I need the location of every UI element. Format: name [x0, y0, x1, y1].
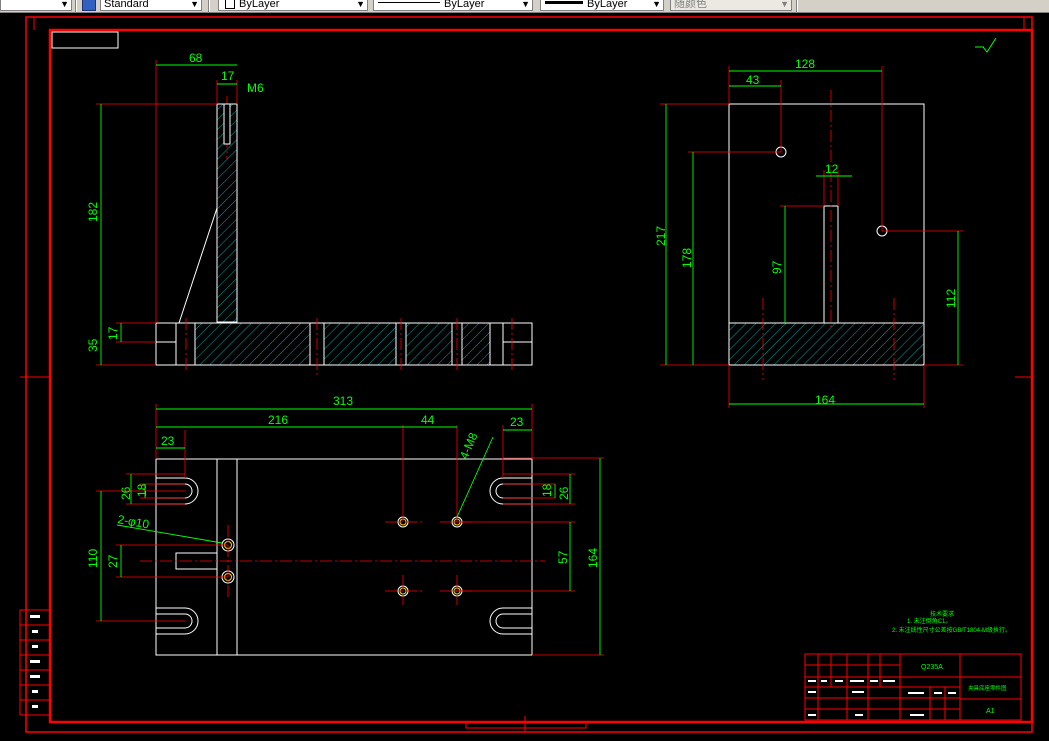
- dim-43: 43: [746, 73, 760, 87]
- text-style-select[interactable]: Standard ▼: [100, 0, 202, 11]
- dim-164-top: 164: [586, 548, 600, 568]
- dim-182: 182: [86, 202, 100, 222]
- top-view: 313 216 44 23 23 4-M8 26 18 18 26 2-φ10 …: [86, 394, 604, 656]
- dim-97: 97: [770, 260, 784, 274]
- toolbar-separator: [208, 0, 210, 12]
- tapped-holes-callout: 4-M8: [457, 430, 481, 461]
- side-view: 128 43 12 217 178 97 112 164: [654, 57, 963, 408]
- linetype-value: ByLayer: [444, 0, 485, 10]
- drilled-holes-callout: 2-φ10: [116, 512, 150, 531]
- plot-style-value: 随颜色: [674, 0, 707, 10]
- dim-110: 110: [86, 549, 100, 568]
- dim-164-side: 164: [815, 393, 835, 407]
- color-select[interactable]: ByLayer ▼: [218, 0, 368, 11]
- dim-35: 35: [86, 338, 100, 352]
- dim-313: 313: [333, 394, 353, 408]
- thread-callout-m6: M6: [247, 81, 264, 95]
- plot-style-select[interactable]: 随颜色 ▼: [670, 0, 792, 11]
- dim-178: 178: [680, 248, 694, 268]
- linetype-select[interactable]: ByLayer ▼: [373, 0, 533, 11]
- revision-table: [19, 609, 51, 716]
- lineweight-preview-icon: [545, 1, 583, 4]
- dim-68: 68: [189, 51, 203, 65]
- technical-notes: 技术要求 1. 未注倒角C1。 2. 未注线性尺寸公差按GB/T1804-M级执…: [892, 610, 1011, 634]
- color-swatch-icon: [225, 0, 235, 10]
- dim-23-right: 23: [510, 415, 524, 429]
- color-value: ByLayer: [239, 0, 280, 10]
- chevron-down-icon: ▼: [60, 0, 69, 9]
- text-style-icon[interactable]: [82, 0, 96, 11]
- toolbar-separator: [796, 0, 798, 12]
- dim-27: 27: [106, 554, 120, 568]
- roughness-symbol-icon: [975, 37, 997, 53]
- notes-line-1: 1. 未注倒角C1。: [907, 617, 951, 625]
- linetype-control-tail[interactable]: ▼: [0, 0, 72, 11]
- notes-title: 技术要求: [930, 610, 954, 618]
- drawing-canvas[interactable]: 68 17 M6 182 17 35 128 43 12 217 178 97 …: [0, 13, 1049, 741]
- dim-128: 128: [795, 57, 815, 71]
- drawing-name: 夹具底座零件图: [968, 684, 1007, 692]
- sheet-border: [20, 16, 1034, 733]
- lineweight-value: ByLayer: [587, 0, 628, 10]
- chevron-down-icon: ▼: [652, 0, 661, 9]
- dim-18-left: 18: [135, 483, 149, 497]
- dim-17-side: 17: [106, 326, 120, 340]
- dim-217: 217: [654, 226, 668, 246]
- dim-18-right: 18: [540, 483, 554, 497]
- title-block: Q235A 夹具底座零件图 A1: [804, 653, 1022, 721]
- front-view: 68 17 M6 182 17 35: [86, 51, 533, 375]
- dim-17-top: 17: [221, 69, 235, 83]
- dim-57: 57: [556, 550, 570, 564]
- dim-112: 112: [944, 289, 958, 308]
- text-style-value: Standard: [104, 0, 149, 10]
- sheet-size: A1: [986, 708, 995, 715]
- chevron-down-icon: ▼: [521, 0, 530, 9]
- lineweight-select[interactable]: ByLayer ▼: [540, 0, 664, 11]
- dim-216: 216: [268, 413, 288, 427]
- dim-12: 12: [825, 162, 839, 176]
- chevron-down-icon: ▼: [356, 0, 365, 9]
- properties-toolbar: ▼ Standard ▼ ByLayer ▼ ByLayer ▼ ByLayer ▼ 随…: [0, 0, 1049, 13]
- dim-26-right: 26: [557, 486, 571, 500]
- dim-44: 44: [421, 413, 435, 427]
- notes-line-2: 2. 未注线性尺寸公差按GB/T1804-M级执行。: [892, 626, 1011, 634]
- chevron-down-icon: ▼: [780, 0, 789, 9]
- dim-26-left: 26: [119, 486, 133, 500]
- chevron-down-icon: ▼: [190, 0, 199, 9]
- linetype-preview-icon: [378, 2, 440, 3]
- dim-23-left: 23: [161, 434, 175, 448]
- toolbar-separator: [75, 0, 77, 12]
- material-label: Q235A: [921, 664, 943, 671]
